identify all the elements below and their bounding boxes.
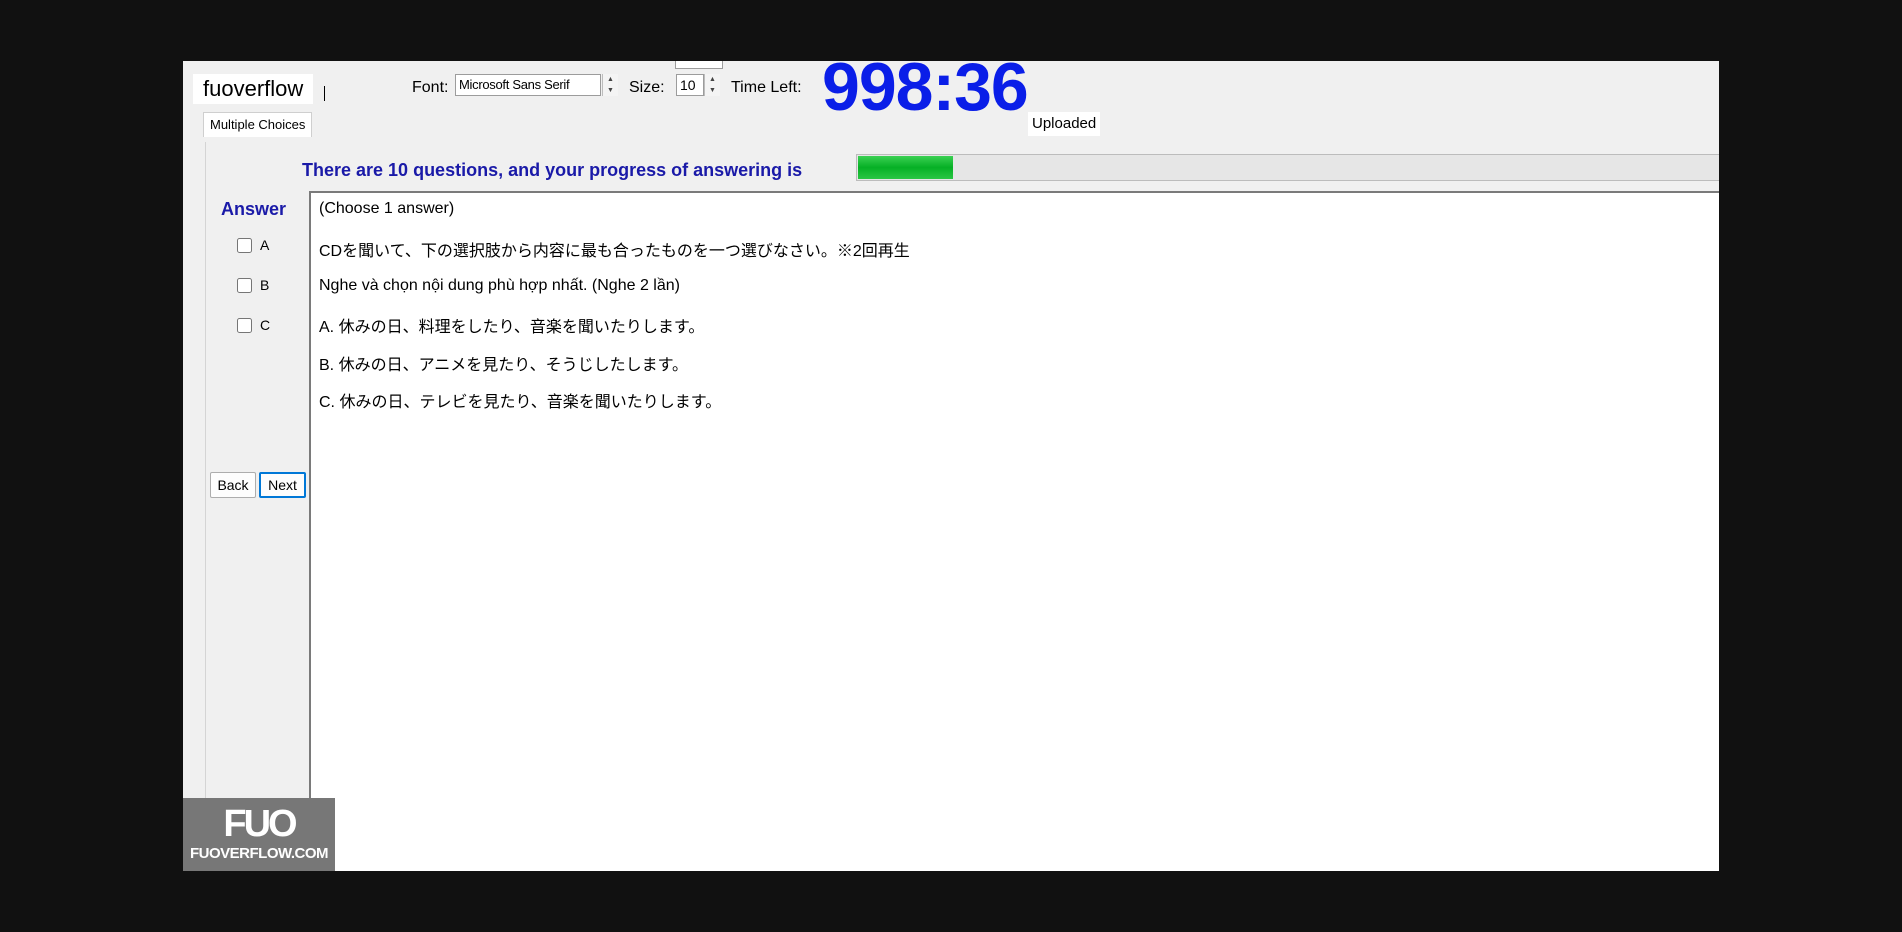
choice-b-text: B. 休みの日、アニメを見たり、そうじしたします。 — [319, 357, 689, 374]
size-label: Size: — [629, 79, 665, 96]
size-input[interactable]: 10 — [676, 74, 704, 96]
progress-bar-fill — [858, 156, 954, 179]
answer-option-label: B — [260, 277, 270, 293]
back-button[interactable]: Back — [210, 472, 256, 498]
answer-option-b[interactable]: B — [237, 275, 269, 295]
progress-bar — [856, 154, 1719, 181]
spin-down-icon[interactable]: ▼ — [603, 85, 618, 96]
font-label: Font: — [412, 79, 449, 96]
choice-a-text: A. 休みの日、料理をしたり、音楽を聞いたりします。 — [319, 319, 705, 336]
font-select-value: Microsoft Sans Serif — [459, 77, 570, 92]
watermark-logo: FUO FUOVERFLOW.COM — [183, 798, 335, 871]
time-left-label: Time Left: — [731, 79, 802, 96]
spin-up-icon[interactable]: ▲ — [705, 74, 720, 85]
answer-checkbox-a[interactable] — [237, 237, 252, 253]
answer-option-label: A — [260, 237, 270, 253]
progress-text: There are 10 questions, and your progres… — [302, 160, 803, 180]
fuo-logo-mark: FUO — [223, 803, 297, 845]
next-button[interactable]: Next — [259, 472, 306, 498]
size-value: 10 — [680, 77, 696, 93]
question-prompt-vietnamese: Nghe và chọn nội dung phù hợp nhất. (Ngh… — [319, 277, 680, 294]
answer-checkbox-c[interactable] — [237, 317, 252, 333]
answer-heading: Answer — [221, 199, 287, 219]
spin-down-icon[interactable]: ▼ — [705, 85, 720, 96]
question-prompt-japanese: CDを聞いて、下の選択肢から内容に最も合ったものを一つ選びなさい。※2回再生 — [319, 243, 910, 260]
exam-window: fuoverflow Font: Microsoft Sans Serif ▲ … — [183, 61, 1719, 871]
answer-option-c[interactable]: C — [237, 315, 270, 335]
spin-up-icon[interactable]: ▲ — [603, 74, 618, 85]
answer-checkbox-b[interactable] — [237, 277, 252, 293]
watermark-site: FUOVERFLOW.COM — [190, 845, 329, 862]
question-instruction: (Choose 1 answer) — [319, 200, 455, 217]
question-content: (Choose 1 answer) CDを聞いて、下の選択肢から内容に最も合った… — [309, 191, 1719, 871]
font-spinner[interactable]: ▲ ▼ — [602, 74, 618, 96]
choice-c-text: C. 休みの日、テレビを見たり、音楽を聞いたりします。 — [319, 394, 722, 411]
upload-status: Uploaded — [1028, 112, 1101, 136]
brand-label: fuoverflow — [193, 74, 314, 104]
answer-option-a[interactable]: A — [237, 235, 269, 255]
size-spinner[interactable]: ▲ ▼ — [704, 74, 720, 96]
text-caret — [324, 86, 325, 101]
tab-multiple-choices[interactable]: Multiple Choices — [203, 112, 313, 137]
countdown-timer: 998:36 — [822, 61, 1029, 125]
font-select[interactable]: Microsoft Sans Serif — [455, 74, 601, 96]
cut-off-spinbox — [675, 61, 723, 69]
answer-option-label: C — [260, 317, 271, 333]
